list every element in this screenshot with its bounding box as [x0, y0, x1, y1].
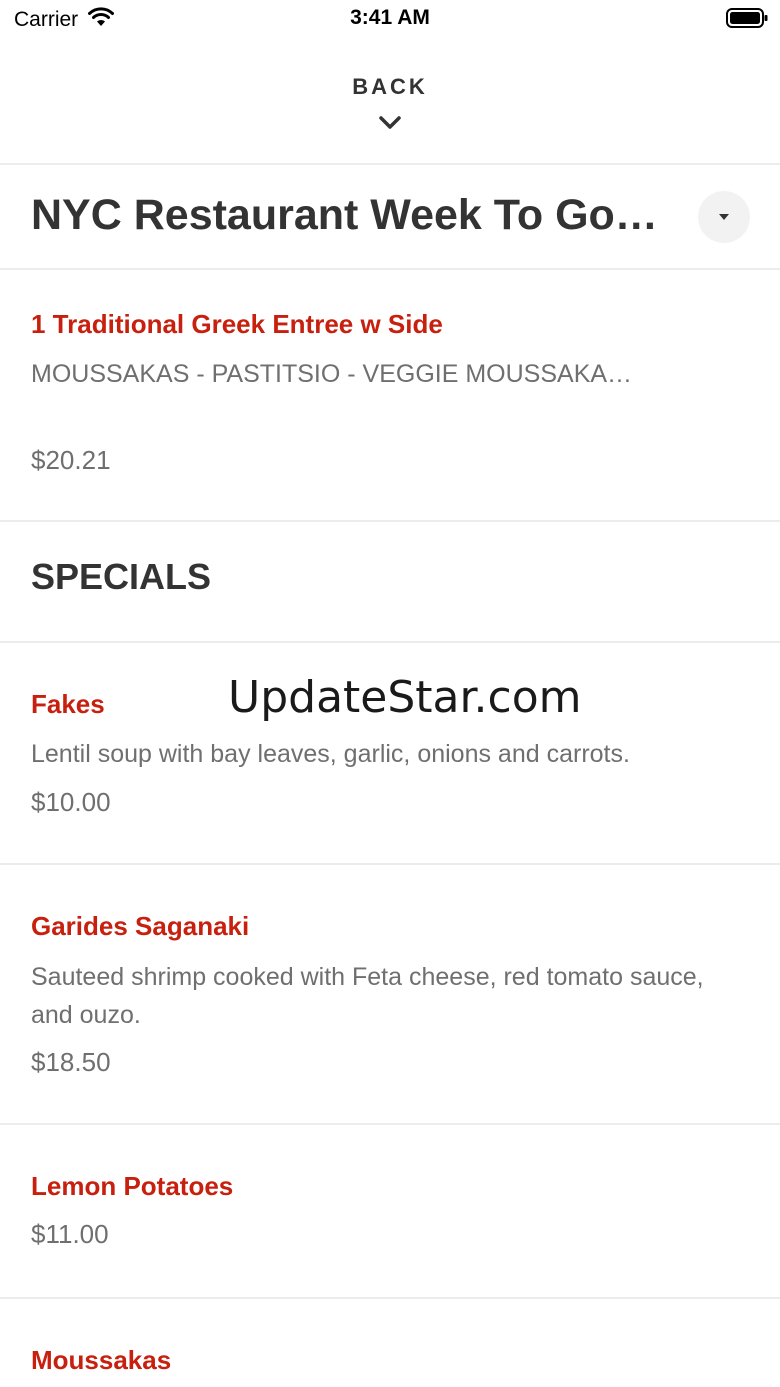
menu-item[interactable]: Lemon Potatoes $11.00 [0, 1125, 780, 1299]
item-price: $11.00 [31, 1219, 109, 1249]
item-price: $18.50 [31, 1047, 111, 1077]
item-name: 1 Traditional Greek Entree w Side [31, 309, 443, 339]
caret-down-icon [719, 214, 729, 220]
watermark: UpdateStar.com [228, 672, 582, 723]
menu-item[interactable]: Garides Saganaki Sauteed shrimp cooked w… [0, 865, 780, 1125]
item-name: Moussakas [31, 1345, 172, 1375]
clock: 3:41 AM [350, 6, 430, 29]
menu-dropdown-button[interactable] [698, 191, 750, 243]
back-button[interactable]: BACK [0, 40, 780, 165]
item-description: MOUSSAKAS - PASTITSIO - VEGGIE MOUSSAKA… [31, 360, 633, 388]
item-description: Lentil soup with bay leaves, garlic, oni… [31, 740, 630, 768]
item-description: Sauteed shrimp cooked with Feta cheese, … [31, 963, 704, 1029]
chevron-down-icon [379, 116, 401, 129]
item-price: $10.00 [31, 787, 111, 817]
back-label: BACK [352, 74, 428, 99]
item-name: Fakes [31, 689, 105, 719]
battery-icon [726, 8, 768, 28]
menu-title: NYC Restaurant Week To Go(… [31, 191, 671, 239]
item-name: Garides Saganaki [31, 911, 250, 941]
screen: Carrier 3:41 AM BACK NYC Restaurant Week… [0, 0, 780, 1387]
section-title: SPECIALS [31, 556, 212, 597]
menu-selector[interactable]: NYC Restaurant Week To Go(… [0, 165, 780, 270]
menu-item[interactable]: Moussakas [0, 1299, 780, 1387]
status-bar: Carrier 3:41 AM [0, 0, 780, 40]
menu-item-featured[interactable]: 1 Traditional Greek Entree w Side MOUSSA… [0, 269, 780, 522]
item-name: Lemon Potatoes [31, 1171, 234, 1201]
section-header-specials: SPECIALS [0, 522, 780, 643]
item-price: $20.21 [31, 445, 111, 475]
